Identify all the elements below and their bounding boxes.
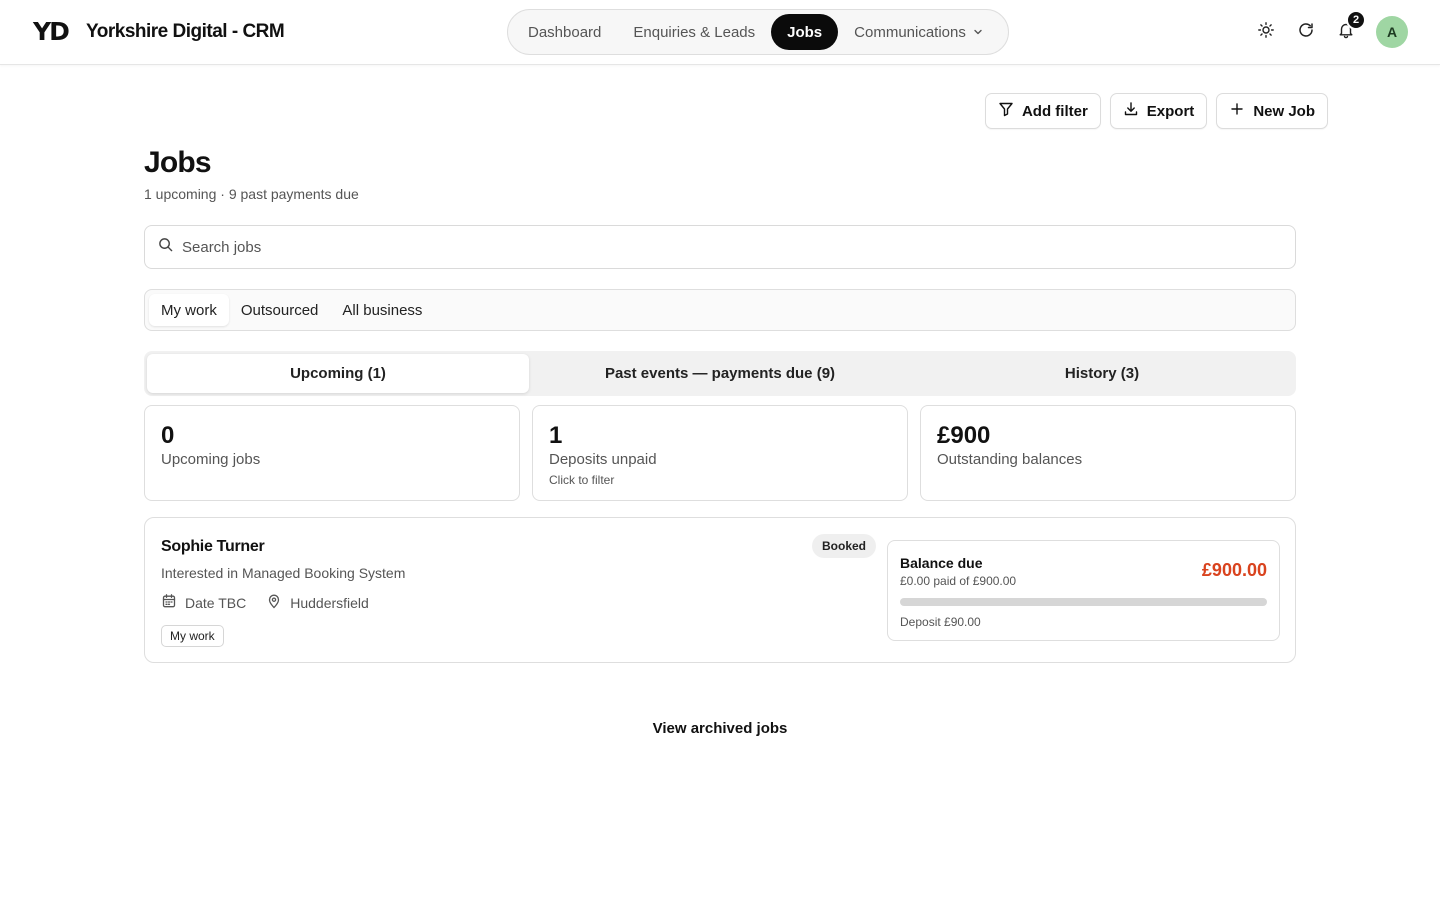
- add-filter-button[interactable]: Add filter: [984, 93, 1101, 129]
- theme-toggle-button[interactable]: [1250, 16, 1282, 48]
- scope-outsourced-label: Outsourced: [240, 301, 319, 319]
- scope-my-work-label: My work: [161, 301, 217, 319]
- export-button[interactable]: Export: [1109, 93, 1208, 129]
- new-job-label: New Job: [1253, 102, 1315, 120]
- tab-history-label: History (3): [1064, 365, 1140, 382]
- stat-label: Deposits unpaid: [549, 451, 657, 468]
- chevron-down-icon: [973, 27, 983, 37]
- app-title: Yorkshire Digital - CRM: [86, 21, 285, 42]
- balance-paid-text: £0.00 paid of £900.00: [900, 574, 1017, 588]
- stat-label: Upcoming jobs: [161, 451, 261, 468]
- balance-panel: Balance due £0.00 paid of £900.00 £900.0…: [887, 540, 1280, 641]
- scope-my-work[interactable]: My work: [149, 294, 229, 326]
- archived-link-row: View archived jobs: [0, 720, 1440, 737]
- job-meta: Date TBC Huddersfield: [161, 593, 389, 612]
- status-badge: Booked: [812, 534, 877, 558]
- page-title: Jobs: [144, 146, 212, 179]
- nav-communications-label: Communications: [854, 23, 966, 41]
- job-location: Huddersfield: [266, 593, 369, 612]
- scope-outsourced[interactable]: Outsourced: [229, 294, 331, 326]
- new-job-button[interactable]: New Job: [1216, 93, 1328, 129]
- notifications-button[interactable]: 2: [1330, 10, 1366, 48]
- job-date-text: Date TBC: [185, 594, 247, 611]
- page-actions: Add filter Export New Job: [976, 93, 1328, 129]
- calendar-icon: [161, 593, 185, 612]
- tab-upcoming[interactable]: Upcoming (1): [147, 354, 529, 393]
- export-label: Export: [1146, 102, 1195, 120]
- job-location-text: Huddersfield: [290, 594, 369, 611]
- scope-all-business[interactable]: All business: [330, 294, 434, 326]
- stat-value: £900: [937, 422, 991, 449]
- avatar[interactable]: A: [1376, 16, 1408, 48]
- stat-value: 1: [549, 422, 563, 449]
- filter-icon: [998, 101, 1022, 121]
- job-tabs: Upcoming (1) Past events — payments due …: [144, 351, 1296, 396]
- stat-hint: Click to filter: [549, 473, 615, 487]
- notification-count-badge: 2: [1346, 10, 1366, 30]
- brand-logo: YD: [33, 17, 70, 46]
- balance-title: Balance due: [900, 555, 983, 571]
- search-icon: [158, 237, 173, 257]
- page-subtitle: 1 upcoming · 9 past payments due: [144, 186, 359, 202]
- sun-icon: [1257, 21, 1275, 44]
- nav-dashboard[interactable]: Dashboard: [512, 14, 617, 50]
- stat-deposits-unpaid[interactable]: 1 Deposits unpaid Click to filter: [532, 405, 908, 501]
- tab-past-events-label: Past events — payments due (9): [604, 365, 836, 382]
- map-pin-icon: [266, 593, 290, 612]
- top-bar: YD Yorkshire Digital - CRM Dashboard Enq…: [0, 0, 1440, 65]
- main-nav: Dashboard Enquiries & Leads Jobs Communi…: [507, 9, 1009, 55]
- stats-row: 0 Upcoming jobs 1 Deposits unpaid Click …: [144, 405, 1296, 501]
- deposit-text: Deposit £90.00: [900, 615, 981, 629]
- job-tag: My work: [161, 625, 224, 647]
- job-description: Interested in Managed Booking System: [161, 565, 406, 581]
- nav-enquiries-label: Enquiries & Leads: [633, 23, 756, 41]
- download-icon: [1123, 101, 1147, 121]
- stat-outstanding-balances: £900 Outstanding balances: [920, 405, 1296, 501]
- add-filter-label: Add filter: [1021, 102, 1088, 120]
- stat-upcoming-jobs: 0 Upcoming jobs: [144, 405, 520, 501]
- job-date: Date TBC: [161, 593, 246, 612]
- nav-communications[interactable]: Communications: [838, 14, 999, 50]
- work-scope-filter: My work Outsourced All business: [144, 289, 1296, 331]
- refresh-button[interactable]: [1290, 16, 1322, 48]
- job-card[interactable]: Sophie Turner Interested in Managed Book…: [144, 517, 1296, 663]
- balance-amount: £900.00: [1201, 560, 1267, 580]
- stat-label: Outstanding balances: [937, 451, 1083, 468]
- scope-all-business-label: All business: [342, 301, 423, 319]
- tab-history[interactable]: History (3): [911, 354, 1293, 393]
- plus-icon: [1229, 101, 1253, 121]
- nav-dashboard-label: Dashboard: [528, 23, 602, 41]
- tab-past-events[interactable]: Past events — payments due (9): [529, 354, 911, 393]
- search-input[interactable]: [182, 238, 1182, 256]
- nav-jobs[interactable]: Jobs: [771, 14, 839, 50]
- refresh-icon: [1297, 21, 1315, 44]
- view-archived-link[interactable]: View archived jobs: [653, 720, 788, 737]
- nav-enquiries-leads[interactable]: Enquiries & Leads: [617, 14, 771, 50]
- nav-jobs-label: Jobs: [787, 23, 823, 41]
- tab-upcoming-label: Upcoming (1): [290, 365, 386, 382]
- brand[interactable]: YD Yorkshire Digital - CRM: [33, 17, 285, 46]
- stat-value: 0: [161, 422, 175, 449]
- client-name: Sophie Turner: [161, 538, 265, 555]
- header-tools: 2 A: [1242, 10, 1408, 48]
- payment-progress-bar: [900, 598, 1267, 606]
- search-bar: [144, 225, 1296, 269]
